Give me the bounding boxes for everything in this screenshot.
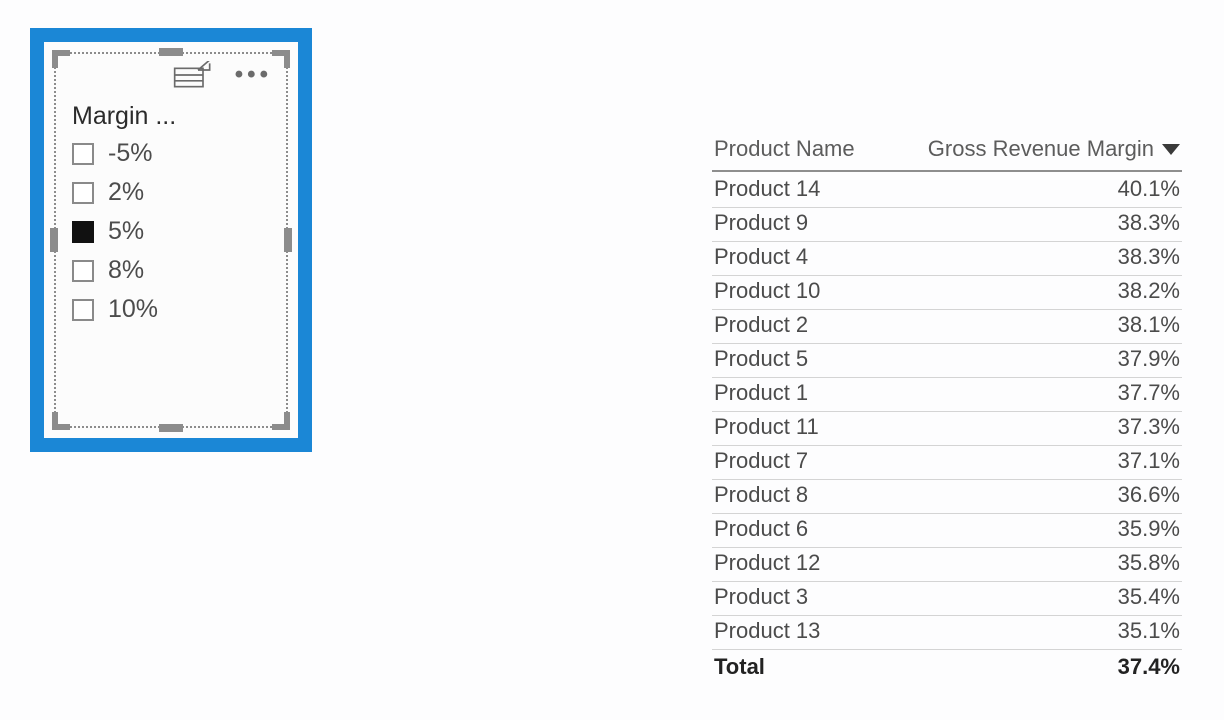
checkbox-icon[interactable] (72, 299, 94, 321)
slicer-item[interactable]: 2% (72, 178, 274, 207)
table-row[interactable]: Product 836.6% (712, 480, 1182, 514)
cell-product-name: Product 14 (714, 176, 1118, 202)
slicer-visual-selection[interactable]: ••• Margin ... -5% 2% 5% 8% 10% (30, 28, 312, 452)
more-options-icon[interactable]: ••• (235, 63, 272, 87)
cell-product-name: Product 3 (714, 584, 1118, 610)
checkbox-icon[interactable] (72, 143, 94, 165)
table-row[interactable]: Product 938.3% (712, 208, 1182, 242)
slicer-title: Margin ... (72, 102, 274, 131)
resize-handle-top[interactable] (159, 48, 183, 56)
selection-corner-bottom-right (272, 412, 290, 430)
slicer-item[interactable]: 10% (72, 295, 274, 324)
cell-margin-value: 37.9% (1118, 346, 1180, 372)
cell-margin-value: 38.1% (1118, 312, 1180, 338)
cell-margin-value: 35.8% (1118, 550, 1180, 576)
slicer-item[interactable]: 5% (72, 217, 274, 246)
cell-product-name: Product 1 (714, 380, 1118, 406)
checkbox-icon[interactable] (72, 260, 94, 282)
margin-table: Product Name Gross Revenue Margin Produc… (712, 136, 1182, 684)
cell-product-name: Product 10 (714, 278, 1118, 304)
slicer-item-label: 2% (108, 178, 144, 207)
table-row[interactable]: Product 1137.3% (712, 412, 1182, 446)
slicer-item-label: 5% (108, 217, 144, 246)
cell-product-name: Product 7 (714, 448, 1118, 474)
table-row[interactable]: Product 1440.1% (712, 174, 1182, 208)
table-row[interactable]: Product 1335.1% (712, 616, 1182, 650)
cell-product-name: Product 9 (714, 210, 1118, 236)
cell-margin-value: 36.6% (1118, 482, 1180, 508)
cell-product-name: Product 4 (714, 244, 1118, 270)
selection-corner-bottom-left (52, 412, 70, 430)
table-row[interactable]: Product 335.4% (712, 582, 1182, 616)
slicer-item-label: 8% (108, 256, 144, 285)
table-row[interactable]: Product 737.1% (712, 446, 1182, 480)
total-label: Total (714, 654, 1118, 680)
cell-product-name: Product 8 (714, 482, 1118, 508)
slicer-item-label: 10% (108, 295, 158, 324)
resize-handle-bottom[interactable] (159, 424, 183, 432)
focus-mode-icon[interactable] (173, 61, 213, 89)
cell-margin-value: 37.3% (1118, 414, 1180, 440)
header-divider (712, 170, 1182, 172)
table-total-row: Total 37.4% (712, 650, 1182, 684)
cell-margin-value: 35.1% (1118, 618, 1180, 644)
column-header-gross-revenue-margin[interactable]: Gross Revenue Margin (928, 136, 1180, 162)
slicer-options-list: -5% 2% 5% 8% 10% (72, 139, 274, 324)
table-row[interactable]: Product 1235.8% (712, 548, 1182, 582)
cell-margin-value: 38.3% (1118, 210, 1180, 236)
resize-handle-right[interactable] (284, 228, 292, 252)
sort-descending-icon (1162, 144, 1180, 155)
cell-margin-value: 40.1% (1118, 176, 1180, 202)
cell-product-name: Product 12 (714, 550, 1118, 576)
table-row[interactable]: Product 1038.2% (712, 276, 1182, 310)
cell-margin-value: 38.3% (1118, 244, 1180, 270)
table-row[interactable]: Product 438.3% (712, 242, 1182, 276)
cell-margin-value: 38.2% (1118, 278, 1180, 304)
slicer-item[interactable]: -5% (72, 139, 274, 168)
cell-product-name: Product 13 (714, 618, 1118, 644)
cell-product-name: Product 5 (714, 346, 1118, 372)
table-row[interactable]: Product 137.7% (712, 378, 1182, 412)
column-header-value-label: Gross Revenue Margin (928, 136, 1154, 162)
cell-margin-value: 35.9% (1118, 516, 1180, 542)
slicer-item-label: -5% (108, 139, 152, 168)
table-header-row: Product Name Gross Revenue Margin (712, 136, 1182, 166)
cell-margin-value: 37.7% (1118, 380, 1180, 406)
cell-product-name: Product 2 (714, 312, 1118, 338)
cell-product-name: Product 6 (714, 516, 1118, 542)
cell-product-name: Product 11 (714, 414, 1118, 440)
cell-margin-value: 35.4% (1118, 584, 1180, 610)
table-row[interactable]: Product 238.1% (712, 310, 1182, 344)
slicer-visual: ••• Margin ... -5% 2% 5% 8% 10% (44, 42, 298, 438)
checkbox-icon[interactable] (72, 182, 94, 204)
slicer-header-toolbar: ••• (64, 56, 278, 94)
table-row[interactable]: Product 635.9% (712, 514, 1182, 548)
resize-handle-left[interactable] (50, 228, 58, 252)
slicer-item[interactable]: 8% (72, 256, 274, 285)
total-value: 37.4% (1118, 654, 1180, 680)
slicer-body: Margin ... -5% 2% 5% 8% 10% (72, 102, 274, 324)
checkbox-icon[interactable] (72, 221, 94, 243)
table-row[interactable]: Product 537.9% (712, 344, 1182, 378)
cell-margin-value: 37.1% (1118, 448, 1180, 474)
column-header-product-name[interactable]: Product Name (714, 136, 928, 162)
